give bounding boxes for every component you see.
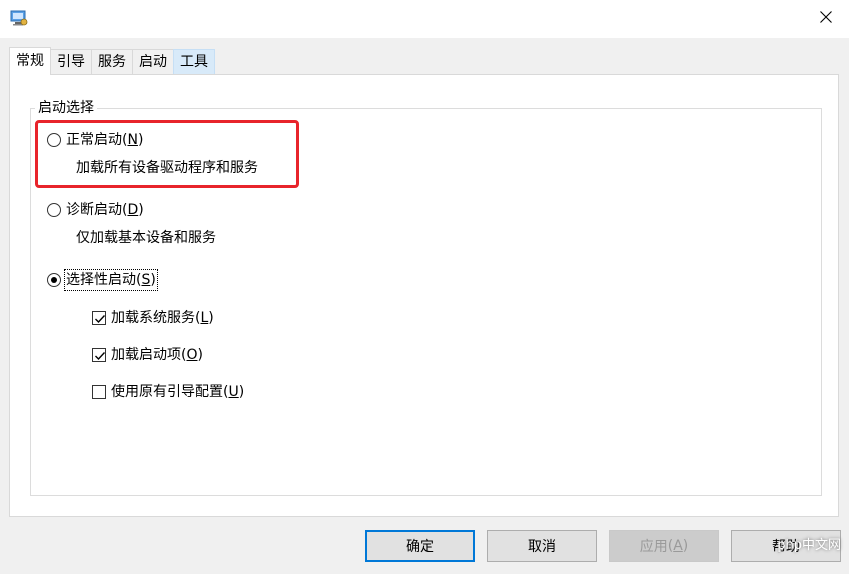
startup-selection-legend: 启动选择	[35, 99, 97, 117]
radio-diagnostic-startup-label: 诊断启动(D)	[66, 202, 144, 218]
checkbox-box	[92, 311, 106, 325]
checkbox-box	[92, 348, 106, 362]
checkbox-box	[92, 385, 106, 399]
checkbox-load-system-services-label: 加载系统服务(L)	[111, 310, 214, 326]
checkmark-icon	[95, 315, 106, 324]
radio-circle	[47, 203, 61, 217]
checkbox-load-system-services[interactable]: 加载系统服务(L)	[92, 309, 214, 327]
title-bar	[0, 0, 849, 38]
tab-tools[interactable]: 工具	[173, 49, 215, 75]
checkbox-load-startup-items[interactable]: 加载启动项(O)	[92, 346, 203, 364]
ok-button[interactable]: 确定	[365, 530, 475, 562]
tab-startup[interactable]: 启动	[132, 49, 174, 75]
checkbox-use-original-boot-config[interactable]: 使用原有引导配置(U)	[92, 383, 244, 401]
tab-strip: 常规 引导 服务 启动 工具	[9, 47, 215, 75]
apply-button[interactable]: 应用(A)	[609, 530, 719, 562]
highlight-annotation	[35, 120, 299, 188]
checkmark-icon	[95, 352, 106, 361]
radio-selective-startup-label: 选择性启动(S)	[64, 269, 158, 291]
close-button[interactable]	[803, 0, 849, 38]
system-config-icon	[10, 10, 28, 26]
tab-services[interactable]: 服务	[91, 49, 133, 75]
close-icon	[820, 11, 832, 27]
checkbox-load-startup-items-label: 加载启动项(O)	[111, 347, 203, 363]
watermark: php中文网	[777, 537, 841, 553]
radio-selective-startup[interactable]: 选择性启动(S)	[47, 269, 158, 291]
checkbox-use-original-boot-config-label: 使用原有引导配置(U)	[111, 384, 245, 400]
diagnostic-startup-description: 仅加载基本设备和服务	[76, 230, 216, 246]
tab-general[interactable]: 常规	[9, 47, 51, 75]
tab-boot[interactable]: 引导	[50, 49, 92, 75]
radio-circle-checked	[47, 273, 61, 287]
cancel-button[interactable]: 取消	[487, 530, 597, 562]
radio-diagnostic-startup[interactable]: 诊断启动(D)	[47, 201, 144, 219]
